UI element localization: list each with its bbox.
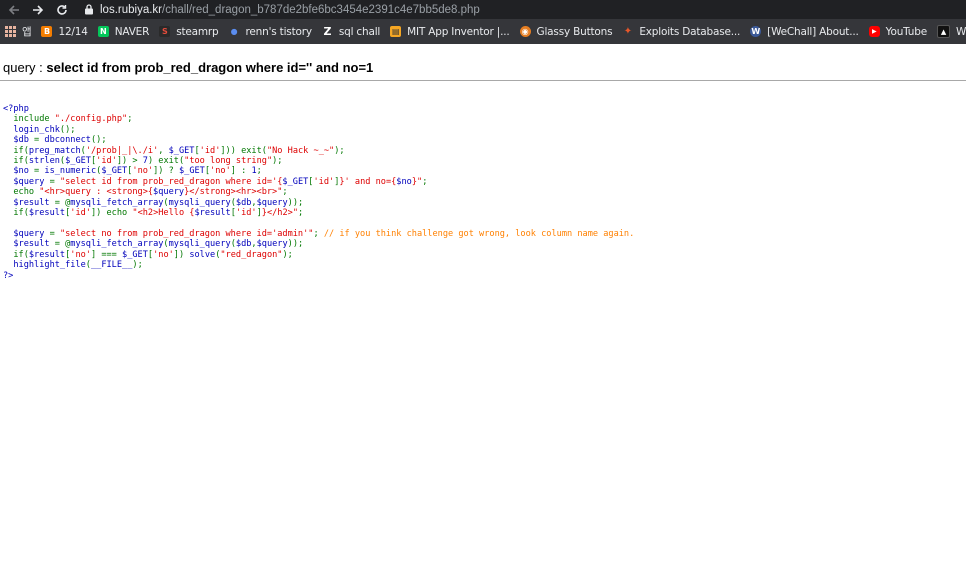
bookmark-label: Glassy Buttons	[536, 25, 613, 38]
apps-grid-icon	[5, 26, 16, 37]
query-label: query :	[3, 60, 47, 75]
bookmark-label: renn's tistory	[245, 25, 313, 38]
bookmark-steamrp[interactable]: S steamrp	[154, 19, 223, 44]
divider	[0, 80, 966, 81]
code-line: if($result['id']) echo "<h2>Hello {$resu…	[3, 208, 304, 219]
bookmark-apps[interactable]: 앱	[0, 19, 36, 44]
code-line: if(preg_match('/prob|_|\./i', $_GET['id'…	[3, 145, 345, 156]
url-host: los.rubiya.kr	[100, 3, 162, 16]
url-path: /chall/red_dragon_b787de2bfe6bc3454e2391…	[162, 3, 480, 16]
lock-icon	[85, 4, 93, 15]
code-line: include "./config.php";	[3, 114, 133, 125]
bookmark-label: YouTube	[885, 25, 928, 38]
z-icon: Z	[323, 25, 332, 38]
bookmark-label: steamrp	[176, 25, 219, 38]
code-line: ?>	[3, 270, 14, 281]
exploitdb-icon: ✦	[623, 26, 632, 37]
code-line: $result = @mysqli_fetch_array(mysqli_que…	[3, 239, 304, 250]
code-line: $query = "select no from prob_red_dragon…	[3, 228, 635, 239]
bookmark-whats-my-ip[interactable]: ▲ Whats My IP Addr...	[932, 19, 966, 44]
code-line: if($result['no'] === $_GET['no']) solve(…	[3, 249, 293, 260]
youtube-icon: ▶	[868, 26, 880, 37]
code-line: $db = dbconnect();	[3, 135, 107, 146]
bookmark-wechall[interactable]: W [WeChall] About...	[745, 19, 863, 44]
code-line: $no = is_numeric($_GET['no']) ? $_GET['n…	[3, 166, 262, 177]
query-text: select id from prob_red_dragon where id=…	[46, 60, 374, 75]
naver-icon: N	[97, 26, 109, 37]
bookmark-blogger[interactable]: B 12/14	[36, 19, 92, 44]
bookmark-label: Exploits Database...	[639, 25, 741, 38]
bookmarks-bar: 앱 B 12/14 N NAVER S steamrp ● renn's tis…	[0, 19, 966, 44]
bookmark-label: 12/14	[58, 25, 88, 38]
ip-icon: ▲	[936, 25, 950, 38]
bookmark-app-inventor[interactable]: ▤ MIT App Inventor |...	[385, 19, 514, 44]
code-line: echo "<hr>query : <strong>{$query}</stro…	[3, 187, 288, 198]
steamrp-icon: S	[159, 26, 171, 37]
query-output: query : select id from prob_red_dragon w…	[3, 60, 373, 75]
browser-toolbar: los.rubiya.kr/chall/red_dragon_b787de2bf…	[0, 0, 966, 19]
app-inventor-icon: ▤	[390, 26, 402, 37]
bookmark-label: Whats My IP Addr...	[955, 25, 966, 38]
bookmark-label: NAVER	[114, 25, 150, 38]
blogger-icon: B	[41, 26, 53, 37]
back-arrow-icon[interactable]	[2, 0, 26, 19]
code-line: $query = "select id from prob_red_dragon…	[3, 176, 428, 187]
tistory-icon: ●	[230, 27, 238, 36]
bookmark-label: [WeChall] About...	[767, 25, 859, 38]
code-line: if(strlen($_GET['id']) > 7) exit("too lo…	[3, 156, 283, 167]
code-line: $result = @mysqli_fetch_array(mysqli_que…	[3, 197, 304, 208]
bookmark-youtube[interactable]: ▶ YouTube	[864, 19, 932, 44]
bookmark-label: sql chall	[338, 25, 381, 38]
reload-icon[interactable]	[50, 0, 74, 19]
bookmark-label: MIT App Inventor |...	[407, 25, 510, 38]
bookmark-naver[interactable]: N NAVER	[93, 19, 154, 44]
glassy-icon: ◉	[519, 26, 531, 37]
bookmark-sql-chall[interactable]: Z sql chall	[317, 19, 385, 44]
bookmark-label: 앱	[22, 26, 32, 38]
code-line: <?php	[3, 104, 29, 114]
bookmark-exploit-db[interactable]: ✦ Exploits Database...	[617, 19, 745, 44]
address-bar[interactable]: los.rubiya.kr/chall/red_dragon_b787de2bf…	[84, 0, 480, 19]
php-source-code: <?php include "./config.php"; login_chk(…	[3, 104, 634, 281]
code-line: login_chk();	[3, 124, 76, 135]
code-line: highlight_file(__FILE__);	[3, 260, 143, 271]
forward-arrow-icon[interactable]	[26, 0, 50, 19]
wechall-icon: W	[750, 26, 762, 37]
bookmark-tistory[interactable]: ● renn's tistory	[224, 19, 317, 44]
bookmark-glassy-buttons[interactable]: ◉ Glassy Buttons	[515, 19, 618, 44]
